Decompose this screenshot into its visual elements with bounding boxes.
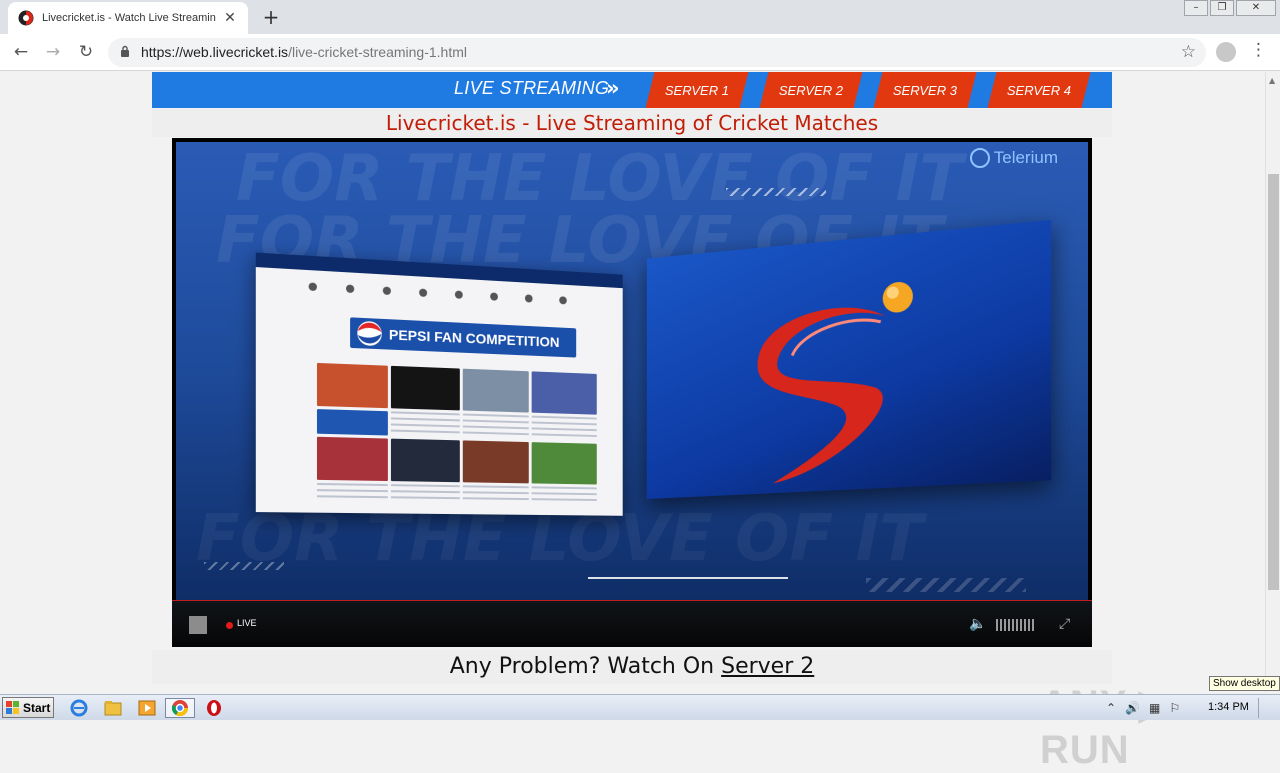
show-desktop-button[interactable] — [1258, 698, 1278, 718]
fullscreen-icon[interactable]: ⤢ — [1059, 616, 1070, 632]
site-favicon-icon — [18, 10, 34, 26]
back-icon[interactable]: ← — [9, 40, 33, 64]
server-1-label: SERVER 1 — [665, 83, 729, 98]
server-2-link[interactable]: Server 2 — [721, 654, 814, 679]
media-player-icon[interactable] — [136, 698, 158, 718]
problem-text: Any Problem? Watch On — [450, 654, 721, 679]
system-tray: ⌃ 🔊 ▦ ⚐ — [1106, 698, 1180, 718]
problem-notice: Any Problem? Watch On Server 2 — [152, 650, 1112, 684]
live-indicator-dot — [226, 622, 233, 629]
volume-slider[interactable] — [996, 619, 1034, 631]
mockup-nav-icons — [309, 282, 567, 306]
tab-title: Livecricket.is - Watch Live Streaming — [42, 12, 216, 24]
player-controls: LIVE 🔈 ⤢ — [172, 600, 1092, 647]
speaker-mute-icon[interactable]: 🔈 — [969, 616, 986, 632]
address-bar[interactable]: https://web.livecricket.is/live-cricket-… — [108, 38, 1206, 67]
show-desktop-tooltip: Show desktop — [1209, 676, 1280, 691]
telerium-brand: Telerium — [994, 148, 1058, 168]
browser-toolbar: ← → ↻ https://web.livecricket.is/live-cr… — [0, 34, 1280, 71]
start-label: Start — [23, 701, 50, 715]
url-text: https://web.livecricket.is/live-cricket-… — [141, 44, 467, 60]
stop-button[interactable] — [189, 616, 207, 634]
server-2-label: SERVER 2 — [779, 83, 843, 98]
start-button[interactable]: Start — [2, 697, 54, 718]
tray-expand-icon[interactable]: ⌃ — [1106, 701, 1116, 715]
page-title-band: Livecricket.is - Live Streaming of Crick… — [152, 109, 1112, 137]
server-3-tab[interactable]: SERVER 3 — [874, 72, 977, 108]
restore-icon[interactable]: ❐ — [1210, 0, 1234, 16]
decorative-hatch — [866, 578, 1026, 592]
taskbar-clock[interactable]: 1:34 PM — [1208, 701, 1249, 713]
pepsi-banner-text: PEPSI FAN COMPETITION — [389, 326, 560, 350]
volume-tray-icon[interactable]: 🔊 — [1125, 701, 1140, 715]
page-scrollbar[interactable]: ▲ — [1265, 72, 1280, 692]
reload-icon[interactable]: ↻ — [74, 40, 98, 64]
server-4-tab[interactable]: SERVER 4 — [988, 72, 1091, 108]
telerium-ring-icon — [970, 148, 990, 168]
web-page: LIVE STREAMING » SERVER 1 SERVER 2 SERVE… — [0, 72, 1265, 692]
action-center-flag-icon[interactable]: ⚐ — [1169, 701, 1180, 715]
server-4-label: SERVER 4 — [1007, 83, 1071, 98]
mockup-thumbnail-grid — [317, 363, 597, 498]
browser-menu-icon[interactable]: ⋮ — [1250, 40, 1266, 60]
tab-close-icon[interactable]: ✕ — [222, 10, 238, 26]
video-website-mockup: PEPSI FAN COMPETITION — [256, 253, 623, 516]
url-path: /live-cricket-streaming-1.html — [288, 44, 467, 60]
telerium-logo: Telerium — [970, 148, 1058, 168]
bookmark-star-icon[interactable]: ☆ — [1181, 42, 1196, 62]
live-streaming-label[interactable]: LIVE STREAMING — [454, 78, 609, 99]
chrome-icon[interactable] — [165, 698, 195, 718]
lock-icon — [120, 45, 130, 57]
light-streak — [588, 577, 788, 579]
forward-icon[interactable]: → — [41, 40, 65, 64]
browser-tab[interactable]: Livecricket.is - Watch Live Streaming ✕ — [8, 2, 248, 34]
network-tray-icon[interactable]: ▦ — [1149, 701, 1160, 715]
video-frame[interactable]: FOR THE LOVE OF IT FOR THE LOVE OF IT FO… — [176, 142, 1088, 602]
server-3-label: SERVER 3 — [893, 83, 957, 98]
supersport-logo-icon — [647, 220, 1051, 499]
decorative-hatch — [204, 562, 284, 570]
live-label: LIVE — [237, 618, 257, 628]
pepsi-logo-icon — [356, 320, 383, 348]
page-title: Livecricket.is - Live Streaming of Crick… — [386, 111, 878, 135]
scroll-up-arrow-icon[interactable]: ▲ — [1269, 76, 1275, 85]
video-player[interactable]: FOR THE LOVE OF IT FOR THE LOVE OF IT FO… — [172, 138, 1092, 647]
windows-taskbar: Start ⌃ 🔊 ▦ ⚐ 1:34 PM — [0, 694, 1280, 720]
decorative-hatch — [726, 188, 826, 196]
opera-icon[interactable] — [203, 698, 225, 718]
browser-tab-strip: Livecricket.is - Watch Live Streaming ✕ … — [0, 0, 1280, 34]
windows-logo-icon — [6, 701, 20, 715]
server-2-tab[interactable]: SERVER 2 — [760, 72, 863, 108]
server-1-tab[interactable]: SERVER 1 — [646, 72, 749, 108]
supersport-panel — [647, 220, 1051, 499]
stream-nav-bar: LIVE STREAMING » SERVER 1 SERVER 2 SERVE… — [152, 72, 1112, 108]
file-explorer-icon[interactable] — [102, 698, 124, 718]
scrollbar-thumb[interactable] — [1268, 174, 1279, 590]
window-controls: – ❐ ✕ — [1182, 0, 1276, 18]
new-tab-button[interactable]: + — [260, 5, 282, 29]
internet-explorer-icon[interactable] — [68, 698, 90, 718]
double-chevron-right-icon: » — [606, 76, 620, 100]
url-host: https://web.livecricket.is — [141, 44, 288, 60]
profile-avatar-icon[interactable] — [1216, 42, 1236, 62]
pepsi-banner: PEPSI FAN COMPETITION — [350, 317, 576, 357]
close-window-icon[interactable]: ✕ — [1236, 0, 1276, 16]
minimize-icon[interactable]: – — [1184, 0, 1208, 16]
